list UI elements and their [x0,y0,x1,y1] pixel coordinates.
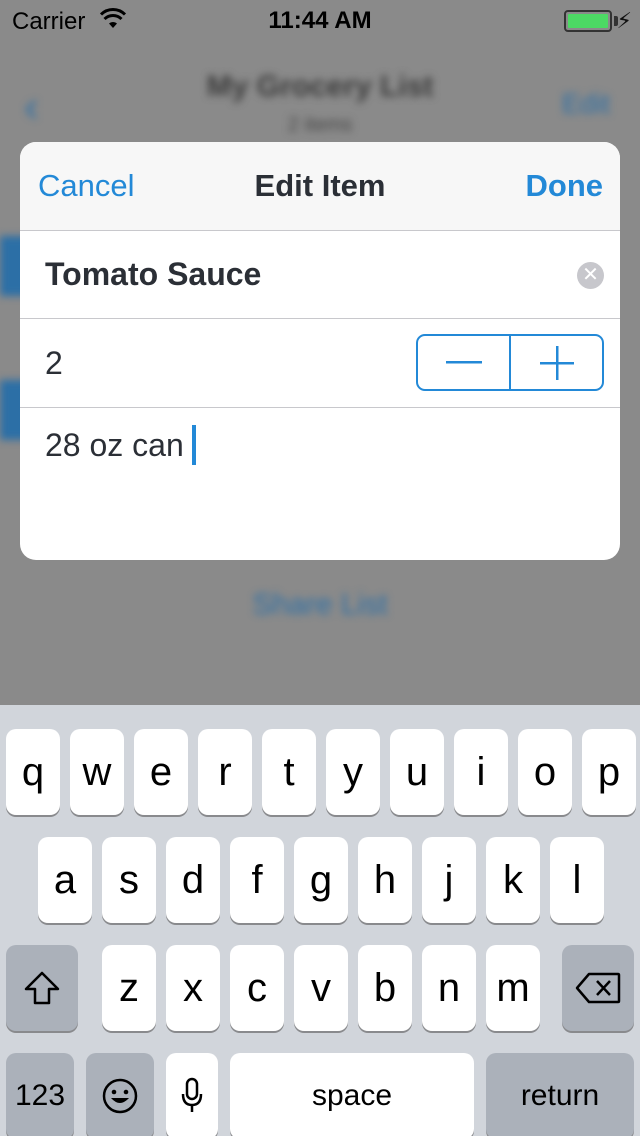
item-name-field[interactable]: Tomato Sauce [45,256,261,293]
background-share-button: Share List [252,588,388,621]
divider [20,318,620,319]
minus-icon[interactable] [418,336,511,389]
dialog-header: Cancel Edit Item Done [20,142,620,231]
key-w[interactable]: w [70,729,124,815]
quantity-value: 2 [45,345,63,381]
space-key[interactable]: space [230,1053,474,1136]
key-v[interactable]: v [294,945,348,1031]
battery-icon [564,10,612,32]
key-l[interactable]: l [550,837,604,923]
emoji-icon[interactable] [86,1053,154,1136]
key-p[interactable]: p [582,729,636,815]
key-x[interactable]: x [166,945,220,1031]
key-q[interactable]: q [6,729,60,815]
shift-icon[interactable] [6,945,78,1031]
clear-icon[interactable]: ✕ [577,262,604,289]
microphone-icon[interactable] [166,1053,218,1136]
key-h[interactable]: h [358,837,412,923]
key-a[interactable]: a [38,837,92,923]
key-f[interactable]: f [230,837,284,923]
status-bar: Carrier 11:44 AM ⚡ [0,0,640,40]
background-title: My Grocery List [206,70,434,103]
keyboard: q w e r t y u i o p a s d f g h j k l z … [0,705,640,1136]
key-b[interactable]: b [358,945,412,1031]
plus-icon[interactable] [511,336,602,389]
key-c[interactable]: c [230,945,284,1031]
key-m[interactable]: m [486,945,540,1031]
clock: 11:44 AM [268,7,372,34]
key-d[interactable]: d [166,837,220,923]
key-u[interactable]: u [390,729,444,815]
key-z[interactable]: z [102,945,156,1031]
key-n[interactable]: n [422,945,476,1031]
note-field[interactable]: 28 oz can [45,427,184,464]
key-t[interactable]: t [262,729,316,815]
return-key[interactable]: return [486,1053,634,1136]
divider [20,407,620,408]
key-r[interactable]: r [198,729,252,815]
delete-icon[interactable] [562,945,634,1031]
background-edit-button: Edit [561,88,610,119]
key-s[interactable]: s [102,837,156,923]
key-j[interactable]: j [422,837,476,923]
text-cursor [192,425,196,465]
numbers-key[interactable]: 123 [6,1053,74,1136]
key-i[interactable]: i [454,729,508,815]
background-subtitle: 2 items [287,114,353,136]
quantity-stepper[interactable] [416,334,604,391]
done-button[interactable]: Done [526,168,604,204]
key-y[interactable]: y [326,729,380,815]
key-g[interactable]: g [294,837,348,923]
key-o[interactable]: o [518,729,572,815]
charging-bolt-icon: ⚡ [616,8,632,33]
edit-item-dialog: Cancel Edit Item Done Tomato Sauce ✕ 2 2… [20,142,620,560]
key-e[interactable]: e [134,729,188,815]
key-k[interactable]: k [486,837,540,923]
